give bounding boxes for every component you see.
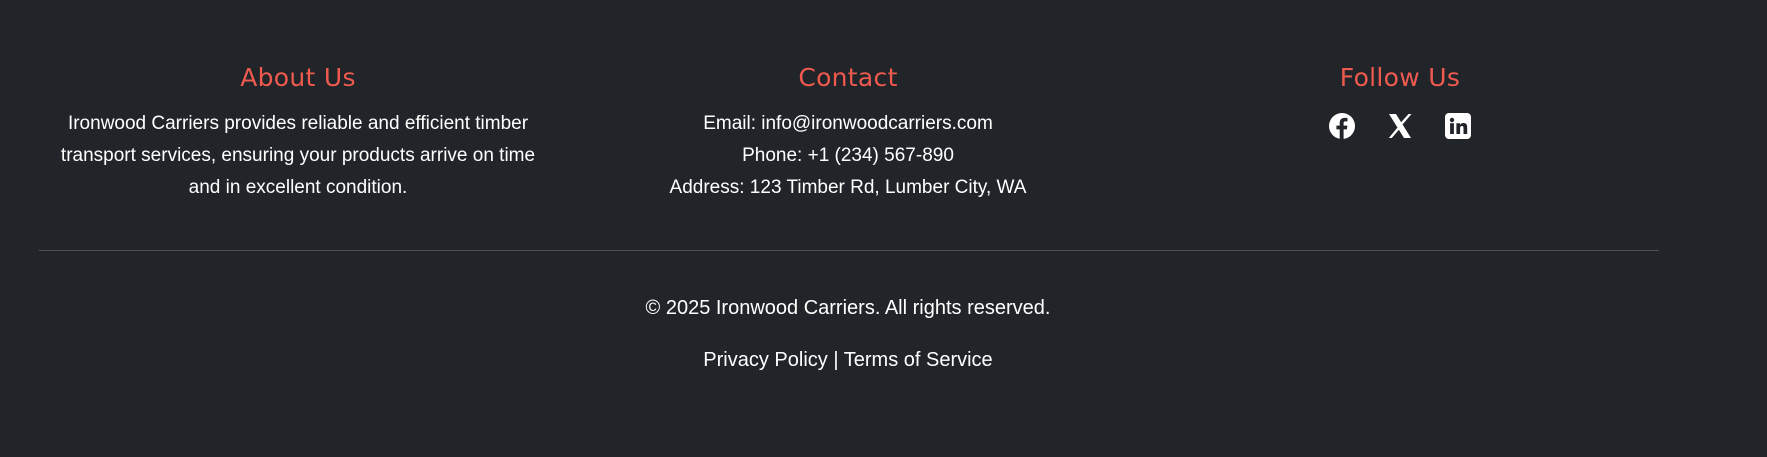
about-heading: About Us	[240, 63, 356, 92]
privacy-policy-link[interactable]: Privacy Policy	[703, 349, 827, 371]
about-section: About Us Ironwood Carriers provides reli…	[50, 58, 546, 204]
about-text-line: Ironwood Carriers provides reliable and …	[67, 113, 529, 134]
contact-phone: Phone: +1 (234) 567-890	[742, 145, 954, 166]
linkedin-link[interactable]	[1444, 112, 1472, 140]
footer-bottom: © 2025 Ironwood Carriers. All rights res…	[0, 290, 1696, 378]
social-links	[1200, 112, 1600, 140]
contact-email: Email: info@ironwoodcarriers.com	[703, 113, 993, 134]
contact-heading: Contact	[798, 63, 898, 92]
terms-of-service-link[interactable]: Terms of Service	[844, 349, 993, 371]
legal-links: Privacy Policy | Terms of Service	[0, 342, 1696, 378]
follow-section: Follow Us	[1200, 58, 1600, 140]
site-footer: About Us Ironwood Carriers provides reli…	[0, 0, 1767, 457]
about-text-line: and in excellent condition.	[188, 177, 408, 198]
about-text: Ironwood Carriers provides reliable and …	[50, 108, 546, 204]
footer-divider	[39, 250, 1659, 251]
x-icon	[1388, 114, 1412, 138]
copyright-text: © 2025 Ironwood Carriers. All rights res…	[645, 297, 1051, 319]
contact-section: Contact Email: info@ironwoodcarriers.com…	[600, 58, 1096, 204]
contact-address: Address: 123 Timber Rd, Lumber City, WA	[669, 177, 1027, 198]
facebook-link[interactable]	[1328, 112, 1356, 140]
x-link[interactable]	[1386, 112, 1414, 140]
facebook-icon	[1329, 113, 1355, 139]
about-text-line: transport services, ensuring your produc…	[60, 145, 536, 166]
linkedin-icon	[1445, 113, 1471, 139]
legal-separator: |	[833, 349, 839, 371]
contact-details: Email: info@ironwoodcarriers.com Phone: …	[600, 108, 1096, 204]
follow-heading: Follow Us	[1339, 63, 1461, 92]
